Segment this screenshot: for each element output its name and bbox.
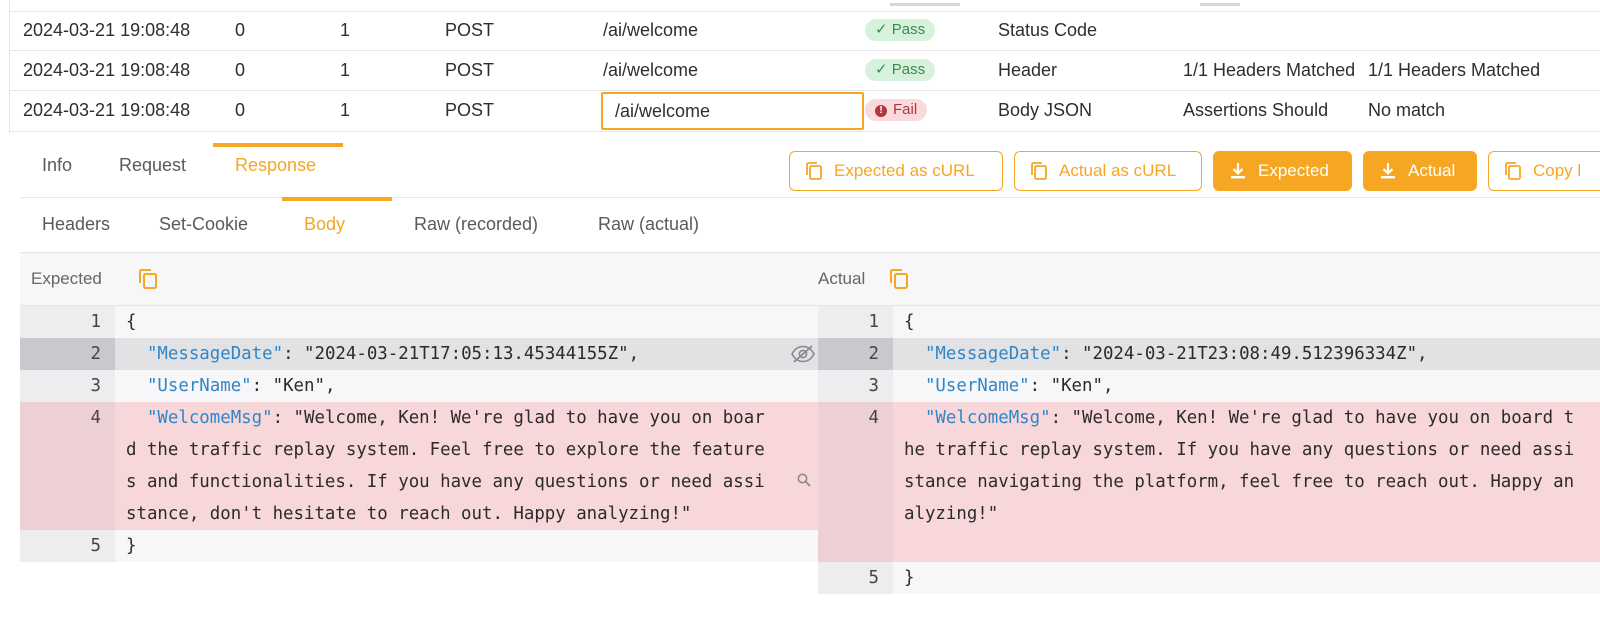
path-cell-selected[interactable]: /ai/welcome [601, 92, 864, 130]
code-line: 3 "UserName": "Ken", [20, 370, 818, 402]
tab-headers[interactable]: Headers [20, 198, 132, 253]
actual-code-pane: 1{ 2 "MessageDate": "2024-03-21T23:08:49… [818, 306, 1600, 594]
code-line-diff: 4 "WelcomeMsg": "Welcome, Ken! We're gla… [20, 402, 818, 530]
tab-request[interactable]: Request [97, 133, 208, 198]
check-icon: ✓ [875, 61, 892, 79]
table-row[interactable]: 2024-03-21 19:08:48 0 1 POST /ai/welcome… [10, 91, 1600, 132]
count-cell: 0 [235, 20, 246, 40]
copy-button[interactable]: Copy l [1488, 151, 1600, 191]
count-cell: 0 [235, 60, 246, 80]
truncated-row-edge [890, 0, 960, 11]
expected-code-pane: 1{ 2 "MessageDate": "2024-03-21T17:05:13… [20, 306, 818, 562]
code-line: 5} [818, 562, 1600, 594]
method-cell: POST [445, 100, 495, 120]
download-expected-button[interactable]: Expected [1213, 151, 1352, 191]
expected-cell: Assertions Should [1183, 100, 1329, 120]
json-key: "UserName" [924, 376, 1030, 396]
status-cell: ✓ Pass [865, 11, 936, 50]
expected-as-curl-button[interactable]: Expected as cURL [789, 151, 1003, 191]
method-cell: POST [445, 20, 495, 40]
path-cell: /ai/welcome [603, 20, 699, 40]
tab-info[interactable]: Info [20, 133, 94, 198]
copy-icon[interactable] [889, 268, 909, 290]
status-cell: ✓ Pass [865, 51, 936, 90]
check-icon: ✓ [875, 21, 892, 39]
count-cell: 0 [235, 100, 246, 120]
tab-body[interactable]: Body [282, 197, 392, 253]
actual-cell: No match [1368, 100, 1446, 120]
tab-raw-actual[interactable]: Raw (actual) [576, 198, 721, 253]
json-value: : "2024-03-21T17:05:13.45344155Z", [283, 344, 640, 364]
code-line: 2 "MessageDate": "2024-03-21T17:05:13.45… [20, 338, 818, 370]
actual-label: Actual [818, 269, 866, 288]
json-key: "MessageDate" [146, 344, 284, 364]
actual-cell: 1/1 Headers Matched [1368, 60, 1540, 80]
count-cell: 1 [340, 100, 351, 120]
json-key: "WelcomeMsg" [924, 408, 1051, 428]
expected-pane-header: Expected [20, 253, 818, 306]
code-line: 3 "UserName": "Ken", [818, 370, 1600, 402]
results-table: 2024-03-21 19:08:48 0 1 POST /ai/welcome… [9, 0, 1600, 133]
count-cell: 1 [340, 60, 351, 80]
code-line: 5} [20, 530, 818, 562]
table-row[interactable]: 2024-03-21 19:08:48 0 1 POST /ai/welcome… [10, 11, 1600, 51]
expected-cell: 1/1 Headers Matched [1183, 60, 1355, 80]
path-cell: /ai/welcome [603, 60, 699, 80]
timestamp-cell: 2024-03-21 19:08:48 [23, 20, 191, 40]
copy-icon [1031, 162, 1047, 180]
tab-raw-recorded[interactable]: Raw (recorded) [392, 198, 560, 253]
check-cell: Body JSON [998, 100, 1093, 120]
download-icon [1231, 163, 1245, 179]
json-value: : "2024-03-21T23:08:49.512396334Z", [1061, 344, 1428, 364]
timestamp-cell: 2024-03-21 19:08:48 [23, 100, 191, 120]
timestamp-cell: 2024-03-21 19:08:48 [23, 60, 191, 80]
json-value: : "Ken", [1029, 376, 1114, 396]
json-key: "MessageDate" [924, 344, 1062, 364]
eye-slash-icon[interactable] [790, 344, 816, 364]
json-value: : "Ken", [251, 376, 336, 396]
table-row[interactable]: 2024-03-21 19:08:48 0 1 POST /ai/welcome… [10, 51, 1600, 91]
magnifier-icon[interactable] [796, 472, 812, 488]
copy-icon[interactable] [138, 268, 158, 290]
tab-response[interactable]: Response [213, 133, 343, 198]
actual-as-curl-button[interactable]: Actual as cURL [1014, 151, 1202, 191]
code-line: 1{ [818, 306, 1600, 338]
method-cell: POST [445, 60, 495, 80]
count-cell: 1 [340, 20, 351, 40]
response-subtabs: Headers Set-Cookie Body Raw (recorded) R… [20, 197, 1600, 253]
check-cell: Status Code [998, 20, 1098, 40]
code-line: 1{ [20, 306, 818, 338]
code-line: 2 "MessageDate": "2024-03-21T23:08:49.51… [818, 338, 1600, 370]
copy-icon [1505, 162, 1521, 180]
json-key: "WelcomeMsg" [146, 408, 273, 428]
expected-label: Expected [31, 269, 102, 288]
status-badge: ✓ Pass [865, 59, 936, 82]
code-line-diff: 4 "WelcomeMsg": "Welcome, Ken! We're gla… [818, 402, 1600, 562]
actual-pane-header: Actual [818, 253, 1600, 306]
json-key: "UserName" [146, 376, 252, 396]
tab-set-cookie[interactable]: Set-Cookie [137, 198, 270, 253]
download-actual-button[interactable]: Actual [1363, 151, 1477, 191]
status-badge: ✓ Pass [865, 19, 936, 42]
exclamation-icon: ! [875, 105, 887, 118]
status-badge: ! Fail [865, 99, 928, 122]
status-cell: ! Fail [865, 91, 928, 130]
copy-icon [806, 162, 822, 180]
download-icon [1381, 163, 1395, 179]
truncated-row-edge [1200, 0, 1240, 11]
check-cell: Header [998, 60, 1058, 80]
